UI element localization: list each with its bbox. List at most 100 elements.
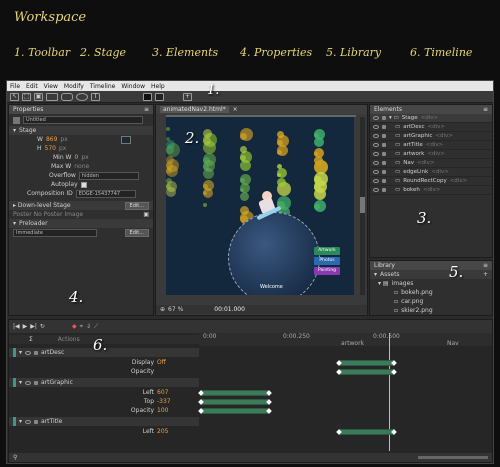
width-value[interactable]: 869 xyxy=(46,136,57,143)
lock-icon[interactable] xyxy=(382,143,386,147)
stage-scrollbar[interactable] xyxy=(360,117,365,295)
timeline-property-row[interactable]: Opacity xyxy=(9,367,199,376)
lock-icon[interactable] xyxy=(382,152,386,156)
element-row[interactable]: ▭ RoundRectCopy <div> xyxy=(370,177,492,186)
menu-help[interactable]: Help xyxy=(151,83,165,90)
composition-id-field[interactable]: EDGE-15437747 xyxy=(75,189,136,198)
lock-icon[interactable] xyxy=(382,179,386,183)
camera-icon[interactable]: ▣ xyxy=(143,211,149,218)
visibility-eye-icon[interactable] xyxy=(373,116,379,120)
library-file[interactable]: ▫ skier2.png xyxy=(370,306,492,315)
expand-arrow-icon[interactable]: ▾ xyxy=(19,418,22,425)
min-width-unit[interactable]: px xyxy=(81,154,88,161)
color-swatch[interactable] xyxy=(120,135,131,144)
element-name-field[interactable]: Untitled xyxy=(23,116,143,124)
lock-icon[interactable] xyxy=(382,170,386,174)
zoom-icon[interactable]: ⊕ xyxy=(160,306,165,313)
keyframe-track[interactable] xyxy=(201,390,269,396)
visibility-eye-icon[interactable] xyxy=(25,350,32,355)
lock-icon[interactable] xyxy=(34,380,39,385)
easing-icon[interactable]: ⟋ xyxy=(94,323,98,331)
preloader-edit-button[interactable]: Edit... xyxy=(124,228,149,237)
nav-photos-button[interactable]: Photos xyxy=(314,257,340,265)
skier-graphic[interactable] xyxy=(254,189,282,221)
selection-tool-icon[interactable]: ↖ xyxy=(10,92,19,101)
preloader-section-header[interactable]: ▾ Preloader xyxy=(9,219,153,228)
keyframe-track[interactable] xyxy=(339,429,394,435)
keyframe-track[interactable] xyxy=(201,408,269,414)
lock-icon[interactable] xyxy=(382,134,386,138)
visibility-eye-icon[interactable] xyxy=(25,380,32,385)
rounded-rectangle-tool-icon[interactable] xyxy=(61,92,73,101)
timeline-element-row[interactable]: ▾ artTitle xyxy=(9,417,199,426)
menu-timeline[interactable]: Timeline xyxy=(90,83,116,90)
element-row[interactable]: ▭ artTitle <div> xyxy=(370,141,492,150)
expand-arrow-icon[interactable]: ▾ xyxy=(19,349,22,356)
height-unit[interactable]: px xyxy=(59,145,66,152)
pin-icon[interactable]: ⇓ xyxy=(86,323,91,330)
zoom-slider[interactable] xyxy=(418,456,488,459)
ellipse-tool-icon[interactable] xyxy=(76,92,88,101)
rectangle-tool-icon[interactable] xyxy=(46,92,58,101)
lock-icon[interactable] xyxy=(382,188,386,192)
timeline-property-row[interactable]: Display Off xyxy=(9,358,199,367)
max-width-value[interactable]: none xyxy=(74,163,89,170)
timeline-property-row[interactable]: Top -337 xyxy=(9,397,199,406)
tab-properties[interactable]: Properties xyxy=(13,106,43,113)
play-icon[interactable]: ▶ xyxy=(23,323,28,330)
clipping-tool-icon[interactable]: ▣ xyxy=(34,92,43,101)
toggle-pin-icon[interactable]: ⌖ xyxy=(80,323,83,331)
nav-artwork-button[interactable]: Artwork xyxy=(314,247,340,255)
lock-icon[interactable] xyxy=(382,116,386,120)
lock-icon[interactable] xyxy=(382,161,386,165)
menu-file[interactable]: File xyxy=(10,83,20,90)
downlevel-edit-button[interactable]: Edit... xyxy=(124,201,149,210)
add-element-icon[interactable]: + xyxy=(183,92,192,101)
visibility-eye-icon[interactable] xyxy=(373,188,379,192)
autoplay-checkbox[interactable] xyxy=(80,181,87,188)
menu-window[interactable]: Window xyxy=(121,83,145,90)
timeline-element-row[interactable]: ▾ artGraphic xyxy=(9,378,199,387)
timeline-property-row[interactable]: Left 205 xyxy=(9,427,199,436)
timeline-property-row[interactable]: Opacity 100 xyxy=(9,406,199,415)
element-row[interactable]: ▭ bokeh <div> xyxy=(370,186,492,195)
panel-menu-icon[interactable]: ≡ xyxy=(144,106,149,113)
keyframe-track[interactable] xyxy=(201,399,269,405)
transform-tool-icon[interactable]: ⬚ xyxy=(22,92,31,101)
auto-keyframe-icon[interactable]: ◆ xyxy=(72,323,77,330)
planet-graphic[interactable] xyxy=(228,212,320,295)
overflow-select[interactable]: hidden xyxy=(78,171,139,180)
panel-menu-icon[interactable]: ≡ xyxy=(483,106,488,113)
element-row[interactable]: ▭ artGraphic <div> xyxy=(370,132,492,141)
keyframe-track[interactable] xyxy=(339,369,394,375)
go-to-end-icon[interactable]: ▶| xyxy=(30,323,37,330)
tab-library[interactable]: Library xyxy=(374,262,395,269)
element-row[interactable]: ▾ ▭ Stage <div> xyxy=(370,114,492,123)
visibility-eye-icon[interactable] xyxy=(373,134,379,138)
text-tool-icon[interactable]: T xyxy=(91,92,100,101)
tab-elements[interactable]: Elements xyxy=(374,106,402,113)
zoom-level[interactable]: 67 % xyxy=(168,306,183,313)
loop-icon[interactable]: ↻ xyxy=(40,323,45,330)
menu-modify[interactable]: Modify xyxy=(64,83,84,90)
visibility-eye-icon[interactable] xyxy=(373,161,379,165)
visibility-eye-icon[interactable] xyxy=(373,125,379,129)
visibility-eye-icon[interactable] xyxy=(373,143,379,147)
element-row[interactable]: ▭ artDesc <div> xyxy=(370,123,492,132)
property-value[interactable]: 100 xyxy=(157,407,173,414)
property-value[interactable]: Off xyxy=(157,359,173,366)
visibility-eye-icon[interactable] xyxy=(25,419,32,424)
library-file[interactable]: ▫ car.png xyxy=(370,297,492,306)
stage-section-header[interactable]: ▾ Stage xyxy=(9,126,153,135)
close-tab-icon[interactable]: × xyxy=(233,106,238,113)
assets-header[interactable]: ▾ Assets + xyxy=(370,270,492,279)
element-row[interactable]: ▭ Nav <div> xyxy=(370,159,492,168)
keyframe-track[interactable] xyxy=(339,360,394,366)
lock-icon[interactable] xyxy=(34,350,39,355)
tab-stage-file[interactable]: animatedNav2.html* xyxy=(160,106,229,113)
height-value[interactable]: 570 xyxy=(45,145,56,152)
nav-painting-button[interactable]: Painting xyxy=(314,267,340,275)
panel-menu-icon[interactable]: ≡ xyxy=(483,262,488,269)
fill-color-icon[interactable] xyxy=(143,92,152,101)
lock-icon[interactable] xyxy=(382,125,386,129)
